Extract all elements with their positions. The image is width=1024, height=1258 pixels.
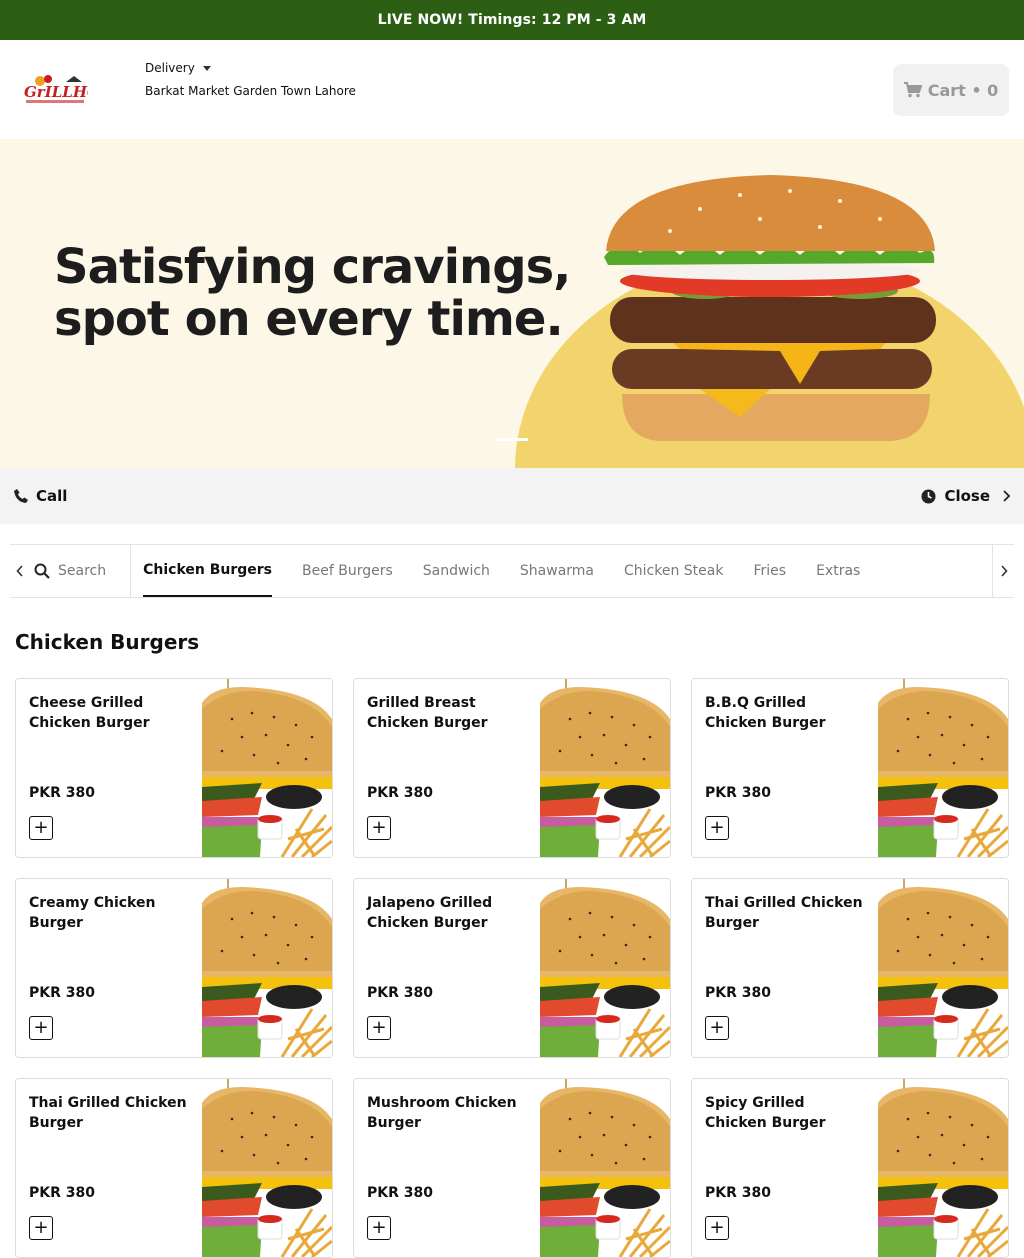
product-image[interactable] [878, 879, 1008, 1057]
scroll-right-button[interactable] [992, 545, 1014, 597]
plus-icon: + [371, 817, 387, 838]
carousel-indicator[interactable] [496, 438, 528, 441]
burger-illustration [515, 175, 1024, 468]
delivery-location[interactable]: Delivery Barkat Market Garden Town Lahor… [145, 60, 356, 98]
product-card[interactable]: B.B.Q Grilled Chicken Burger PKR 380 + [691, 678, 1009, 858]
store-status-label: Close [944, 487, 990, 505]
search-button[interactable]: Search [30, 545, 132, 597]
product-image[interactable] [202, 1079, 332, 1257]
product-image[interactable] [878, 679, 1008, 857]
add-to-cart-button[interactable]: + [367, 816, 391, 840]
plus-icon: + [33, 1217, 49, 1238]
product-image[interactable] [540, 1079, 670, 1257]
plus-icon: + [709, 1217, 725, 1238]
product-name[interactable]: Creamy Chicken Burger [29, 893, 189, 933]
product-price: PKR 380 [705, 1185, 771, 1201]
scroll-left-button[interactable] [10, 545, 30, 597]
call-label: Call [36, 487, 68, 505]
call-button[interactable]: Call [14, 487, 67, 505]
plus-icon: + [371, 1017, 387, 1038]
product-card[interactable]: Thai Grilled Chicken Burger PKR 380 + [15, 1078, 333, 1258]
product-card[interactable]: Mushroom Chicken Burger PKR 380 + [353, 1078, 671, 1258]
product-card[interactable]: Cheese Grilled Chicken Burger PKR 380 + [15, 678, 333, 858]
clock-icon [921, 489, 936, 503]
product-image[interactable] [540, 879, 670, 1057]
chevron-down-icon [202, 65, 211, 71]
product-price: PKR 380 [705, 985, 771, 1001]
tab-beef-burgers[interactable]: Beef Burgers [302, 545, 393, 597]
announcement-bar: LIVE NOW! Timings: 12 PM - 3 AM [0, 0, 1024, 40]
product-name[interactable]: Thai Grilled Chicken Burger [705, 893, 865, 933]
product-price: PKR 380 [367, 1185, 433, 1201]
info-bar: Call Close [0, 468, 1024, 524]
chevron-left-icon [16, 565, 23, 577]
delivery-address: Barkat Market Garden Town Lahore [145, 84, 356, 98]
product-name[interactable]: Jalapeno Grilled Chicken Burger [367, 893, 527, 933]
product-name[interactable]: Mushroom Chicken Burger [367, 1093, 527, 1133]
product-name[interactable]: B.B.Q Grilled Chicken Burger [705, 693, 865, 733]
delivery-mode-label: Delivery [145, 61, 195, 75]
add-to-cart-button[interactable]: + [29, 1016, 53, 1040]
site-header: GrILLHOT Delivery Barkat Market Garden T… [0, 40, 1024, 139]
add-to-cart-button[interactable]: + [367, 1016, 391, 1040]
section-title: Chicken Burgers [15, 630, 200, 654]
plus-icon: + [709, 1017, 725, 1038]
add-to-cart-button[interactable]: + [367, 1216, 391, 1240]
category-tabs: Chicken Burgers Beef Burgers Sandwich Sh… [131, 545, 1014, 597]
product-name[interactable]: Cheese Grilled Chicken Burger [29, 693, 189, 733]
product-image[interactable] [202, 679, 332, 857]
add-to-cart-button[interactable]: + [705, 1016, 729, 1040]
plus-icon: + [33, 1017, 49, 1038]
tab-shawarma[interactable]: Shawarma [520, 545, 594, 597]
plus-icon: + [371, 1217, 387, 1238]
product-card[interactable]: Grilled Breast Chicken Burger PKR 380 + [353, 678, 671, 858]
hero-banner[interactable]: Satisfying cravings, spot on every time. [0, 139, 1024, 468]
plus-icon: + [33, 817, 49, 838]
chevron-right-icon [1000, 565, 1008, 577]
product-image[interactable] [202, 879, 332, 1057]
phone-icon [14, 489, 28, 503]
product-price: PKR 380 [367, 985, 433, 1001]
search-placeholder: Search [58, 563, 107, 579]
tab-chicken-burgers[interactable]: Chicken Burgers [143, 545, 273, 597]
product-image[interactable] [878, 1079, 1008, 1257]
product-price: PKR 380 [29, 785, 95, 801]
tab-extras[interactable]: Extras [816, 545, 860, 597]
product-price: PKR 380 [29, 985, 95, 1001]
tab-sandwich[interactable]: Sandwich [423, 545, 490, 597]
cart-button[interactable]: Cart • 0 [893, 64, 1009, 116]
store-status-button[interactable]: Close [921, 487, 1012, 505]
brand-logo[interactable]: GrILLHOT [22, 74, 113, 106]
add-to-cart-button[interactable]: + [705, 816, 729, 840]
chevron-right-icon [1003, 490, 1011, 502]
tab-chicken-steak[interactable]: Chicken Steak [624, 545, 723, 597]
product-card[interactable]: Jalapeno Grilled Chicken Burger PKR 380 … [353, 878, 671, 1058]
product-name[interactable]: Spicy Grilled Chicken Burger [705, 1093, 865, 1133]
tab-fries[interactable]: Fries [753, 545, 786, 597]
product-card[interactable]: Thai Grilled Chicken Burger PKR 380 + [691, 878, 1009, 1058]
product-card[interactable]: Spicy Grilled Chicken Burger PKR 380 + [691, 1078, 1009, 1258]
search-icon [34, 563, 50, 579]
category-nav: Search Chicken Burgers Beef Burgers Sand… [10, 544, 1014, 598]
add-to-cart-button[interactable]: + [29, 1216, 53, 1240]
product-card[interactable]: Creamy Chicken Burger PKR 380 + [15, 878, 333, 1058]
announcement-text: LIVE NOW! Timings: 12 PM - 3 AM [377, 12, 647, 28]
product-price: PKR 380 [29, 1185, 95, 1201]
delivery-mode-selector[interactable]: Delivery [145, 60, 356, 76]
product-price: PKR 380 [367, 785, 433, 801]
product-price: PKR 380 [705, 785, 771, 801]
product-image[interactable] [540, 679, 670, 857]
product-name[interactable]: Grilled Breast Chicken Burger [367, 693, 527, 733]
plus-icon: + [709, 817, 725, 838]
svg-text:GrILLHOT: GrILLHOT [24, 83, 88, 101]
product-name[interactable]: Thai Grilled Chicken Burger [29, 1093, 189, 1133]
cart-label: Cart • 0 [927, 80, 999, 100]
add-to-cart-button[interactable]: + [705, 1216, 729, 1240]
add-to-cart-button[interactable]: + [29, 816, 53, 840]
cart-icon [903, 82, 922, 98]
